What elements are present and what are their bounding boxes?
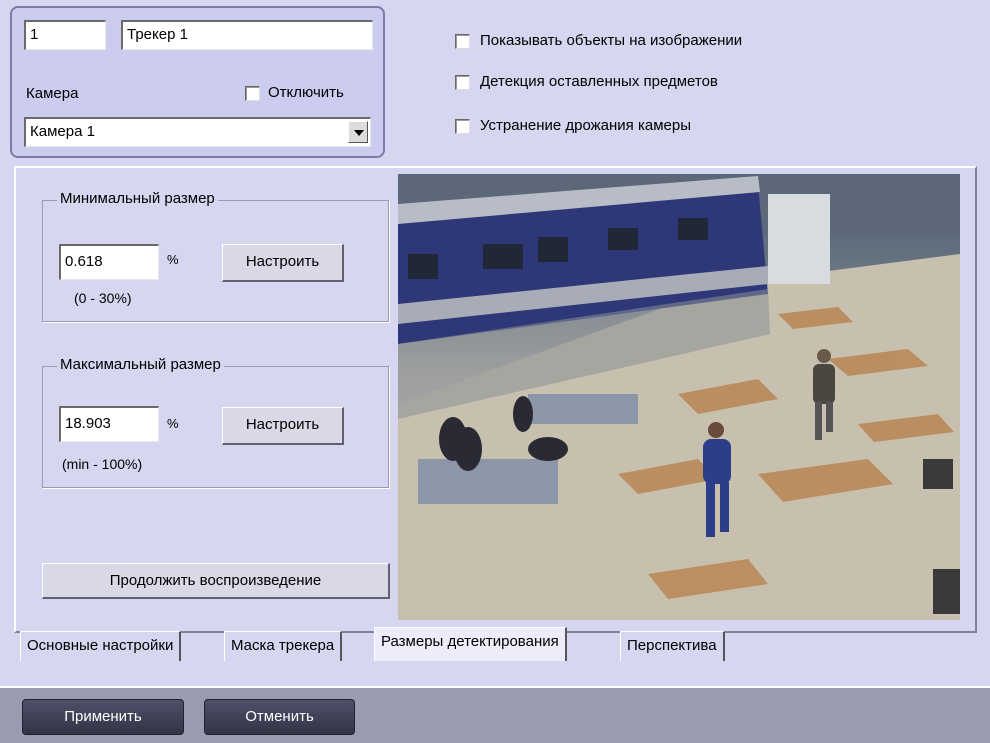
continue-playback-button[interactable]: Продолжить воспроизведение (42, 563, 390, 599)
min-size-range: (0 - 30%) (74, 290, 132, 306)
max-size-title: Максимальный размер (57, 356, 224, 373)
stabilization-checkbox[interactable] (455, 119, 470, 134)
tab-main-settings[interactable]: Основные настройки (20, 631, 182, 661)
disable-checkbox[interactable] (245, 86, 260, 101)
max-size-range: (min - 100%) (62, 456, 143, 472)
stabilization-label: Устранение дрожания камеры (480, 117, 691, 134)
chevron-down-icon[interactable] (348, 121, 368, 143)
min-size-input[interactable]: 0.618 (59, 244, 159, 280)
min-size-unit: % (167, 252, 179, 267)
max-size-configure-button[interactable]: Настроить (222, 407, 344, 445)
show-objects-label: Показывать объекты на изображении (480, 32, 743, 49)
tracker-name-field[interactable]: Трекер 1 (121, 20, 373, 50)
camera-label: Камера (26, 85, 79, 102)
min-size-configure-button[interactable]: Настроить (222, 244, 344, 282)
min-size-title: Минимальный размер (57, 190, 218, 207)
max-size-input[interactable]: 18.903 (59, 406, 159, 442)
camera-select[interactable]: Камера 1 (24, 117, 371, 147)
left-items-label: Детекция оставленных предметов (480, 73, 718, 90)
tab-tracker-mask[interactable]: Маска трекера (224, 631, 343, 661)
tab-perspective[interactable]: Перспектива (620, 631, 725, 661)
tracker-id-field[interactable]: 1 (24, 20, 106, 50)
cancel-button[interactable]: Отменить (204, 699, 355, 735)
camera-select-value: Камера 1 (30, 123, 95, 140)
apply-button[interactable]: Применить (22, 699, 184, 735)
disable-label: Отключить (268, 84, 344, 101)
tracker-settings-group: 1 Трекер 1 Камера Отключить Камера 1 (10, 6, 385, 158)
left-items-checkbox[interactable] (455, 75, 470, 90)
camera-preview-image (398, 174, 960, 620)
show-objects-checkbox[interactable] (455, 34, 470, 49)
tab-detection-sizes[interactable]: Размеры детектирования (374, 627, 567, 661)
station-scene-illustration (398, 174, 960, 620)
max-size-unit: % (167, 416, 179, 431)
